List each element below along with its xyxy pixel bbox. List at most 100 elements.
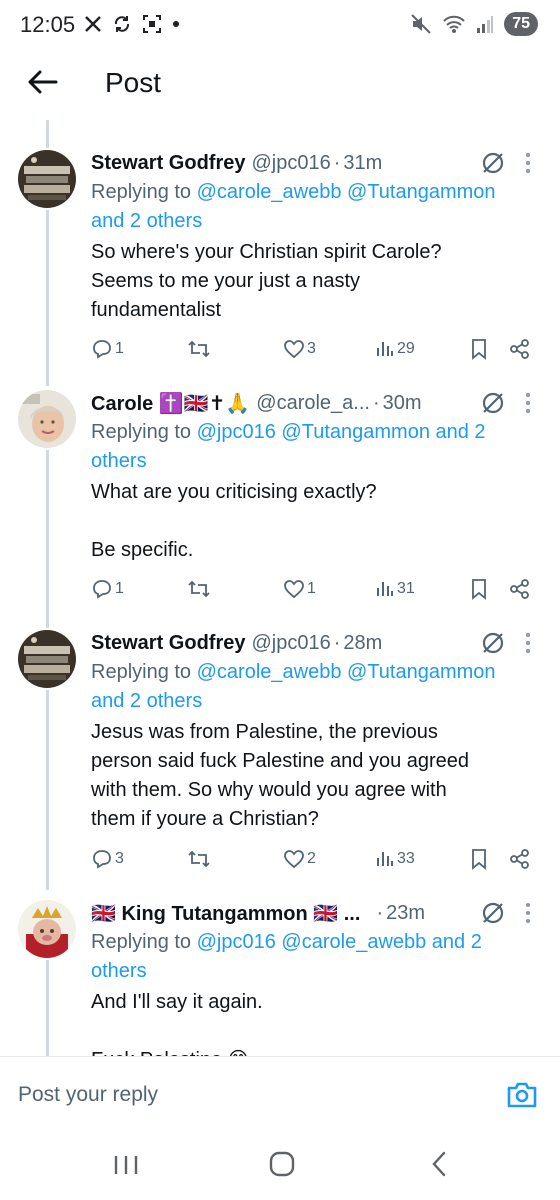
more-options-icon[interactable] xyxy=(524,392,532,414)
views-button[interactable]: 29 xyxy=(375,338,415,360)
reply-count: 1 xyxy=(115,340,124,357)
views-button[interactable]: 33 xyxy=(375,848,415,870)
views-button[interactable]: 31 xyxy=(375,578,415,600)
status-bar: 12:05 75 xyxy=(0,0,560,52)
more-options-icon[interactable] xyxy=(524,152,532,174)
author-name[interactable]: Stewart Godfrey xyxy=(91,632,245,655)
reply-icon xyxy=(93,850,111,869)
back-arrow-icon[interactable] xyxy=(24,64,60,100)
timestamp[interactable]: 28m xyxy=(343,632,382,655)
author-handle[interactable]: @jpc016 xyxy=(251,152,330,175)
view-count: 29 xyxy=(397,340,415,357)
timestamp[interactable]: 23m xyxy=(386,902,425,925)
share-button[interactable] xyxy=(509,338,531,360)
thread-connector xyxy=(46,450,49,628)
grok-icon[interactable] xyxy=(480,150,506,176)
thread-connector xyxy=(46,690,49,890)
more-options-icon[interactable] xyxy=(524,632,532,654)
tweet[interactable]: 🇬🇧 King Tutangammon 🇬🇧 ... · 23m Replyin… xyxy=(0,898,560,1056)
share-button[interactable] xyxy=(509,578,531,600)
reply-count: 3 xyxy=(115,850,124,867)
reply-icon xyxy=(93,340,111,359)
x-app-icon xyxy=(85,16,101,32)
like-button[interactable]: 3 xyxy=(283,338,316,360)
replying-to: Replying to @carole_awebb @Tutangammon an… xyxy=(91,661,496,712)
others-link[interactable]: others xyxy=(91,450,147,472)
repost-button[interactable] xyxy=(187,848,211,870)
reply-count: 1 xyxy=(115,580,124,597)
author-handle[interactable]: @jpc016 xyxy=(251,632,330,655)
share-icon xyxy=(510,579,529,599)
author-name[interactable]: Stewart Godfrey xyxy=(91,152,245,175)
views-icon xyxy=(377,582,393,596)
wifi-icon xyxy=(443,15,465,33)
back-nav-icon[interactable] xyxy=(428,1150,450,1178)
tweet-actions: 1 1 31 xyxy=(91,578,536,604)
tweet-text: And I'll say it again. Fuck Palestine 😊 xyxy=(91,991,263,1056)
reply-composer[interactable]: Post your reply xyxy=(0,1056,560,1134)
repost-icon xyxy=(188,850,210,868)
replying-to: Replying to @jpc016 @Tutangammon and 2 ot… xyxy=(91,421,486,472)
bookmark-icon xyxy=(472,849,486,870)
reply-button[interactable]: 3 xyxy=(91,848,124,870)
views-icon xyxy=(377,852,393,866)
home-icon[interactable] xyxy=(268,1150,296,1178)
views-icon xyxy=(377,342,393,356)
signal-icon xyxy=(477,16,494,33)
others-link[interactable]: and 2 others xyxy=(91,210,202,232)
heart-icon xyxy=(284,850,304,869)
tweet-actions: 3 2 33 xyxy=(91,848,536,874)
avatar[interactable] xyxy=(18,630,76,688)
author-handle[interactable]: @carole_a... xyxy=(256,392,370,415)
author-name[interactable]: Carole ✝️🇬🇧✝🙏 xyxy=(91,391,250,416)
grok-icon[interactable] xyxy=(480,390,506,416)
reply-icon xyxy=(93,580,111,599)
like-button[interactable]: 1 xyxy=(283,578,316,600)
mention-links[interactable]: @jpc016 @carole_awebb and 2 xyxy=(197,931,482,953)
reply-button[interactable]: 1 xyxy=(91,578,124,600)
timestamp[interactable]: 31m xyxy=(343,152,382,175)
tweet-text: What are you criticising exactly? Be spe… xyxy=(91,481,377,561)
recent-apps-icon[interactable] xyxy=(112,1152,140,1178)
share-button[interactable] xyxy=(509,848,531,870)
thread-connector xyxy=(46,120,49,148)
avatar[interactable] xyxy=(18,390,76,448)
tweet-text: Jesus was from Palestine, the previous p… xyxy=(91,721,470,830)
more-options-icon[interactable] xyxy=(524,902,532,924)
bookmark-icon xyxy=(472,579,486,600)
repost-icon xyxy=(188,580,210,598)
timestamp[interactable]: 30m xyxy=(383,392,422,415)
avatar[interactable] xyxy=(18,150,76,208)
reply-input[interactable]: Post your reply xyxy=(18,1083,158,1107)
camera-icon[interactable] xyxy=(504,1077,540,1113)
like-count: 3 xyxy=(307,340,316,357)
bookmark-icon xyxy=(472,339,486,360)
replying-to: Replying to @jpc016 @carole_awebb and 2o… xyxy=(91,931,482,982)
others-link[interactable]: others xyxy=(91,960,147,982)
like-button[interactable]: 2 xyxy=(283,848,316,870)
avatar[interactable] xyxy=(18,900,76,958)
like-count: 1 xyxy=(307,580,316,597)
bookmark-button[interactable] xyxy=(469,338,489,360)
view-count: 31 xyxy=(397,580,415,597)
replying-to: Replying to @carole_awebb @Tutangammon an… xyxy=(91,181,496,232)
grok-icon[interactable] xyxy=(480,630,506,656)
author-name[interactable]: 🇬🇧 King Tutangammon 🇬🇧 ... xyxy=(91,901,360,926)
reply-button[interactable]: 1 xyxy=(91,338,124,360)
thread-connector xyxy=(46,210,49,386)
grok-icon[interactable] xyxy=(480,900,506,926)
repost-button[interactable] xyxy=(187,578,211,600)
mention-links[interactable]: @jpc016 @Tutangammon and 2 xyxy=(197,421,486,443)
bookmark-button[interactable] xyxy=(469,848,489,870)
heart-icon xyxy=(284,580,304,599)
mention-links[interactable]: @carole_awebb @Tutangammon xyxy=(197,661,496,683)
dot-icon xyxy=(173,21,179,27)
page-title: Post xyxy=(105,67,162,98)
bookmark-button[interactable] xyxy=(469,578,489,600)
like-count: 2 xyxy=(307,850,316,867)
mention-links[interactable]: @carole_awebb @Tutangammon xyxy=(197,181,496,203)
view-count: 33 xyxy=(397,850,415,867)
repost-button[interactable] xyxy=(187,338,211,360)
app-header: Post xyxy=(0,52,560,114)
others-link[interactable]: and 2 others xyxy=(91,690,202,712)
